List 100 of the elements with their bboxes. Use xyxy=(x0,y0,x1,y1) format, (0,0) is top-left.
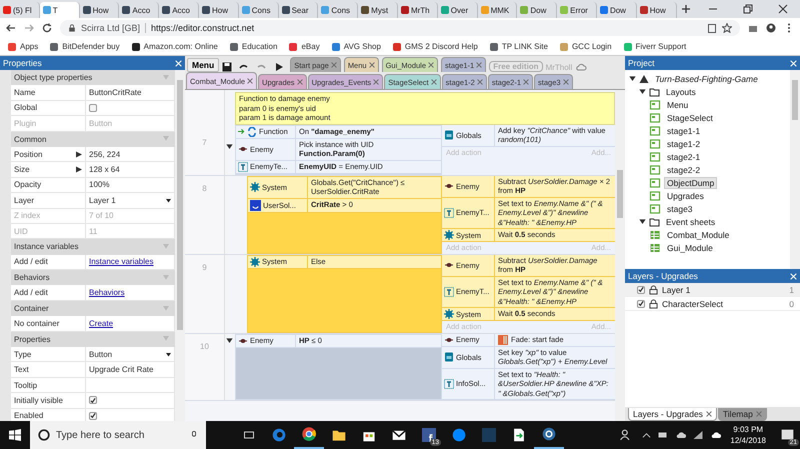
checkbox[interactable] xyxy=(89,412,97,420)
property-section-header[interactable]: Properties xyxy=(11,332,175,348)
property-link[interactable]: Instance variables xyxy=(89,257,154,266)
action-center-icon[interactable] xyxy=(780,428,794,442)
scrollbar[interactable] xyxy=(790,70,800,269)
browser-tab[interactable]: Cons xyxy=(318,2,358,18)
chrome-browser-icon[interactable] xyxy=(302,427,316,441)
browser-tab[interactable]: How xyxy=(636,2,677,18)
browser-tab[interactable]: T xyxy=(40,2,80,18)
scrollbar[interactable] xyxy=(175,70,185,421)
browser-tab[interactable]: Dow xyxy=(517,2,558,18)
tree-item[interactable]: stage1-2 xyxy=(664,138,704,150)
app-tile-icon[interactable] xyxy=(482,428,496,442)
close-icon[interactable] xyxy=(778,4,788,14)
visibility-checkbox[interactable] xyxy=(637,286,645,294)
property-value[interactable]: Layer 1 xyxy=(89,196,116,205)
property-value[interactable]: 256, 224 xyxy=(89,150,120,159)
bookmark-link[interactable]: TP LINK Site xyxy=(490,42,548,51)
tree-item[interactable]: Layouts xyxy=(663,86,699,98)
tree-item[interactable]: stage3 xyxy=(664,202,696,214)
panel-tab[interactable]: Tilemap xyxy=(718,408,767,421)
chevron-up-icon[interactable] xyxy=(642,430,652,440)
browser-tab[interactable]: Over xyxy=(438,2,478,18)
save-icon[interactable] xyxy=(222,62,232,72)
checkbox[interactable] xyxy=(89,104,97,112)
browser-tab[interactable]: Sear xyxy=(278,2,318,18)
browser-tab[interactable]: How xyxy=(80,2,120,18)
tree-item[interactable]: stage1-1 xyxy=(664,124,704,136)
star-icon[interactable] xyxy=(722,23,732,33)
dropdown-caret-icon[interactable] xyxy=(166,352,171,357)
messenger-icon[interactable] xyxy=(452,428,466,442)
expand-triangle-icon[interactable] xyxy=(76,166,82,174)
expand-triangle-icon[interactable] xyxy=(629,75,636,82)
browser-tab[interactable]: Error xyxy=(557,2,597,18)
property-value[interactable]: 100% xyxy=(89,180,110,190)
clipboard-icon[interactable] xyxy=(707,23,717,33)
bookmark-link[interactable]: GMS 2 Discord Help xyxy=(392,42,478,51)
circle-app-icon[interactable] xyxy=(542,427,556,441)
bookmark-link[interactable]: Amazon.com: Online xyxy=(132,42,218,51)
task-view-icon[interactable] xyxy=(244,430,254,440)
property-section-header[interactable]: Common xyxy=(11,132,175,147)
close-icon[interactable] xyxy=(247,78,254,84)
tree-item[interactable]: Combat_Module xyxy=(664,228,732,240)
browser-tab[interactable]: MrTh xyxy=(398,2,438,18)
tree-item[interactable]: Event sheets xyxy=(663,216,718,228)
expand-triangle-icon[interactable] xyxy=(639,218,646,225)
dropdown-caret-icon[interactable] xyxy=(166,198,171,203)
browser-tab[interactable]: Myst xyxy=(358,2,398,18)
bookmark-link[interactable]: AVG Shop xyxy=(332,42,381,51)
plus-icon[interactable] xyxy=(681,4,692,14)
bookmark-link[interactable]: Education xyxy=(230,42,278,51)
browser-tab[interactable]: Cons xyxy=(238,2,279,18)
bookmark-link[interactable]: eBay xyxy=(289,42,320,51)
expand-triangle-icon[interactable] xyxy=(76,150,82,158)
tree-item[interactable]: ObjectDump xyxy=(664,176,718,188)
property-link[interactable]: Behaviors xyxy=(89,288,125,298)
clock-time[interactable]: 9:03 PM xyxy=(730,424,766,435)
property-value[interactable]: Upgrade Crit Rate xyxy=(89,365,154,374)
layer-row[interactable]: Layer 1 1 xyxy=(625,283,800,297)
profile-icon[interactable] xyxy=(766,23,776,33)
bookmark-link[interactable]: Fiverr Support xyxy=(624,42,686,51)
browser-tab[interactable]: MMK xyxy=(478,2,518,18)
mail-envelope-icon[interactable] xyxy=(392,428,406,442)
tree-item[interactable]: Gui_Module xyxy=(664,242,716,254)
property-value[interactable]: Button xyxy=(89,350,112,359)
property-value[interactable]: 128 x 64 xyxy=(89,165,120,174)
people-icon[interactable] xyxy=(620,429,632,441)
clock-date[interactable]: 12/4/2018 xyxy=(730,435,766,446)
extension-icon[interactable] xyxy=(748,23,758,33)
property-section-header[interactable]: Object type properties xyxy=(11,70,175,86)
expand-triangle-icon[interactable] xyxy=(639,88,646,95)
restore-icon[interactable] xyxy=(742,4,753,14)
folder-icon[interactable] xyxy=(332,428,346,442)
tree-item[interactable]: Upgrades xyxy=(664,190,707,202)
property-section-header[interactable]: Instance variables xyxy=(11,239,175,255)
bookmark-link[interactable]: GCC Login xyxy=(560,42,612,51)
bookmark-link[interactable]: Apps xyxy=(8,42,38,51)
reload-icon[interactable] xyxy=(42,23,52,33)
browser-tab[interactable]: Acco xyxy=(119,2,160,18)
checkbox[interactable] xyxy=(89,396,97,404)
panel-tab[interactable]: Layers - Upgrades xyxy=(628,408,717,421)
tree-item[interactable]: stage2-2 xyxy=(664,164,704,176)
browser-tab[interactable]: (5) Fl xyxy=(0,2,40,18)
edge-browser-icon[interactable] xyxy=(272,428,286,442)
windows-logo-icon[interactable] xyxy=(9,429,21,441)
tree-item[interactable]: Turn-Based-Fighting-Game xyxy=(652,72,761,84)
tree-item[interactable]: StageSelect xyxy=(664,112,716,124)
close-icon[interactable] xyxy=(706,411,712,417)
scrollbar[interactable] xyxy=(615,90,625,421)
search-field[interactable]: Type here to search xyxy=(30,421,206,449)
address-bar[interactable]: Scirra Ltd [GB] https://editor.construct.net xyxy=(60,20,740,36)
back-arrow-icon[interactable] xyxy=(6,23,16,33)
browser-tab[interactable]: Dow xyxy=(596,2,637,18)
layer-row[interactable]: CharacterSelect 0 xyxy=(625,297,800,311)
property-section-header[interactable]: Behaviors xyxy=(11,270,175,286)
expand-triangle-icon[interactable] xyxy=(226,336,233,344)
visibility-checkbox[interactable] xyxy=(637,300,645,308)
browser-tab[interactable]: Acco xyxy=(159,2,199,18)
property-link[interactable]: Create xyxy=(89,318,114,328)
browser-tab[interactable]: How xyxy=(198,2,239,18)
